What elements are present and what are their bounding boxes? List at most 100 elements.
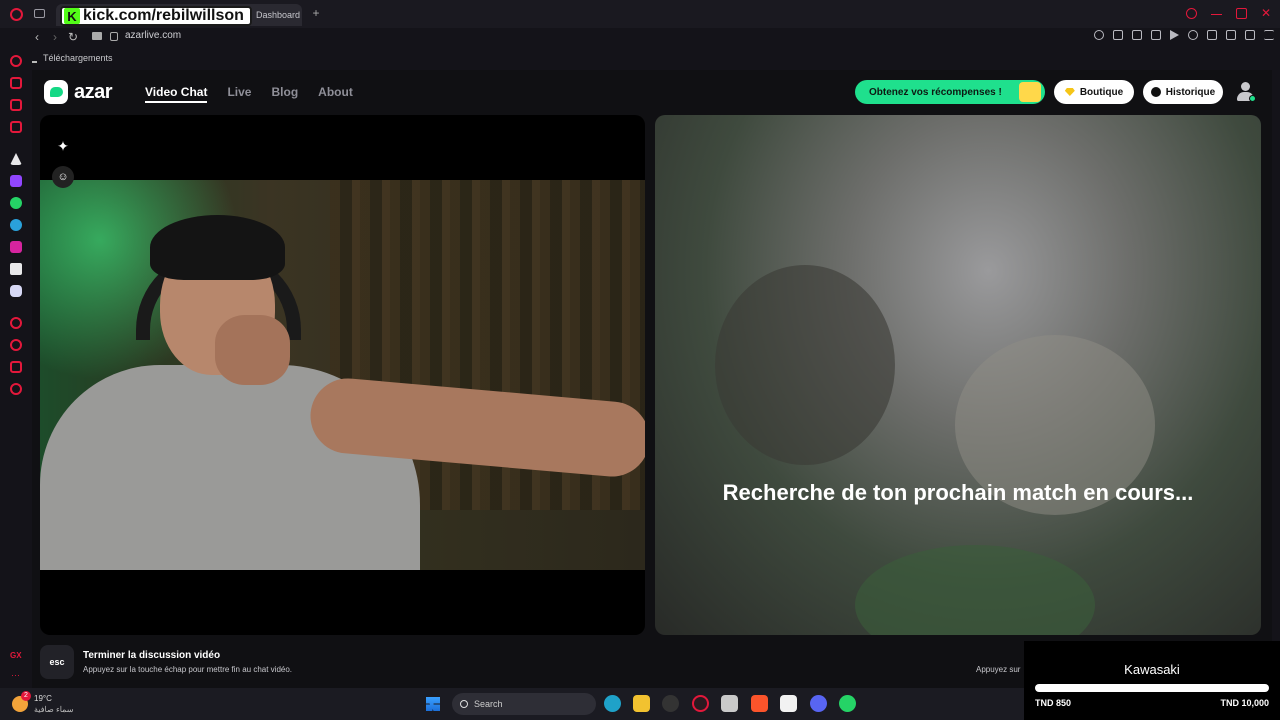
obs-icon[interactable] xyxy=(662,695,679,712)
gx-corner-icon[interactable] xyxy=(10,121,22,133)
discord-taskbar-icon[interactable] xyxy=(810,695,827,712)
menu-icon[interactable] xyxy=(1264,30,1274,40)
esc-key-button[interactable]: esc xyxy=(40,645,74,679)
azar-logo-icon xyxy=(44,80,68,104)
twitch-panel-icon[interactable] xyxy=(10,99,22,111)
history-label: Historique xyxy=(1165,86,1216,98)
profile-avatar-icon[interactable] xyxy=(1236,82,1256,102)
heart-icon[interactable] xyxy=(1188,30,1198,40)
weather-condition: سماء صافية xyxy=(34,705,74,714)
effects-sparkle-icon[interactable]: ✦ xyxy=(52,135,74,157)
account-icon[interactable] xyxy=(1226,30,1236,40)
telegram-icon[interactable] xyxy=(10,219,22,231)
gx-label[interactable]: GX xyxy=(10,651,22,660)
goal-title: Kawasaki xyxy=(1124,662,1180,677)
shop-label: Boutique xyxy=(1079,86,1124,98)
main-nav: Video Chat Live Blog About xyxy=(145,85,353,103)
history-button[interactable]: Historique xyxy=(1143,80,1223,104)
extensions-icon[interactable] xyxy=(1207,30,1217,40)
aria-icon[interactable] xyxy=(10,55,22,67)
windows-start-icon[interactable] xyxy=(426,697,440,711)
goal-progress-bar xyxy=(1035,684,1269,692)
face-filter-icon[interactable]: ☺ xyxy=(52,166,74,188)
twitch-icon[interactable] xyxy=(10,175,22,187)
gift-icon xyxy=(1019,82,1041,102)
shop-button[interactable]: Boutique xyxy=(1054,80,1134,104)
pin-icon[interactable] xyxy=(1113,30,1123,40)
goal-max: TND 10,000 xyxy=(1220,698,1269,708)
minimize-icon[interactable] xyxy=(1211,14,1222,16)
tab-strip: Dashboard + K kick.com/rebilwillson ✕ xyxy=(0,0,1280,28)
url-field[interactable]: azarlive.com xyxy=(125,30,181,41)
edge-icon[interactable] xyxy=(604,695,621,712)
browser-window: Dashboard + K kick.com/rebilwillson ✕ ‹ … xyxy=(0,0,1280,688)
end-chat-hint: Appuyez sur la touche échap pour mettre … xyxy=(83,665,293,674)
lock-icon[interactable] xyxy=(110,32,118,41)
history-icon[interactable] xyxy=(10,339,22,351)
logo-text: azar xyxy=(74,80,113,103)
taskbar-search[interactable]: Search xyxy=(452,693,596,715)
new-tab-button[interactable]: + xyxy=(309,6,323,20)
play-icon[interactable] xyxy=(1170,30,1179,40)
webcam-feed xyxy=(40,180,645,570)
bookmarks-bar: Téléchargements xyxy=(28,50,113,66)
settings-icon[interactable] xyxy=(10,383,22,395)
reload-icon[interactable]: ↻ xyxy=(64,30,82,44)
file-explorer-icon[interactable] xyxy=(633,695,650,712)
next-hint: Appuyez sur xyxy=(976,665,1021,674)
clock-icon xyxy=(1150,87,1161,97)
discord-icon[interactable] xyxy=(10,285,22,297)
snapshot-icon[interactable] xyxy=(1132,30,1142,40)
whatsapp-taskbar-icon[interactable] xyxy=(839,695,856,712)
app-icon[interactable] xyxy=(721,695,738,712)
watermark-text: kick.com/rebilwillson xyxy=(83,7,244,24)
gaming-icon[interactable] xyxy=(10,77,22,89)
brave-icon[interactable] xyxy=(751,695,768,712)
opera-sidebar: GX ··· xyxy=(0,46,32,688)
downloads-icon[interactable] xyxy=(1245,30,1255,40)
gem-icon xyxy=(1064,88,1075,96)
player-icon[interactable] xyxy=(10,317,22,329)
capcut-icon[interactable] xyxy=(780,695,797,712)
azar-logo[interactable]: azar xyxy=(44,80,113,104)
whatsapp-icon[interactable] xyxy=(10,197,22,209)
azar-page: azar Video Chat Live Blog About Obtenez … xyxy=(32,70,1272,688)
local-video: ✦ ☺ xyxy=(40,115,645,635)
forward-icon[interactable]: › xyxy=(46,30,64,44)
end-chat-title: Terminer la discussion vidéo xyxy=(83,650,221,661)
donation-goal-overlay: Kawasaki TND 850 TND 10,000 xyxy=(1024,641,1280,720)
tiktok-icon[interactable] xyxy=(10,263,22,275)
taskbar-search-label: Search xyxy=(474,699,503,709)
search-icon xyxy=(460,700,468,708)
nav-video-chat[interactable]: Video Chat xyxy=(145,85,208,103)
toolbar-icons xyxy=(1094,30,1274,40)
weather-badge: 2 xyxy=(21,691,31,701)
instagram-icon[interactable] xyxy=(10,241,22,253)
nav-about[interactable]: About xyxy=(318,85,353,103)
camera-permission-icon[interactable] xyxy=(92,32,102,40)
opera-gx-icon[interactable] xyxy=(692,695,709,712)
rewards-button[interactable]: Obtenez vos récompenses ! xyxy=(855,80,1045,104)
nav-blog[interactable]: Blog xyxy=(271,85,298,103)
weather-temp: 19°C xyxy=(34,694,52,703)
more-icon[interactable]: ··· xyxy=(11,670,20,680)
bookmark-downloads[interactable]: Téléchargements xyxy=(43,53,113,63)
maximize-icon[interactable] xyxy=(1236,8,1247,19)
search-tabs-icon[interactable] xyxy=(1186,8,1197,19)
extensions-sidebar-icon[interactable] xyxy=(10,361,22,373)
aria-ai-icon[interactable] xyxy=(10,153,22,165)
goal-min: TND 850 xyxy=(1035,698,1072,708)
share-icon[interactable] xyxy=(1151,30,1161,40)
tab-manager-icon[interactable] xyxy=(34,9,45,18)
rewards-label: Obtenez vos récompenses ! xyxy=(869,86,1002,98)
zoom-icon[interactable] xyxy=(1094,30,1104,40)
back-icon[interactable]: ‹ xyxy=(28,30,46,44)
nav-live[interactable]: Live xyxy=(227,85,251,103)
searching-message: Recherche de ton prochain match en cours… xyxy=(722,480,1194,505)
address-bar: ‹ › ↻ azarlive.com xyxy=(28,28,1280,46)
window-controls: ✕ xyxy=(1186,7,1272,19)
tab-title: Dashboard xyxy=(256,10,301,20)
remote-video: Recherche de ton prochain match en cours… xyxy=(655,115,1261,635)
opera-logo-icon[interactable] xyxy=(10,8,23,21)
close-icon[interactable]: ✕ xyxy=(1261,7,1272,19)
